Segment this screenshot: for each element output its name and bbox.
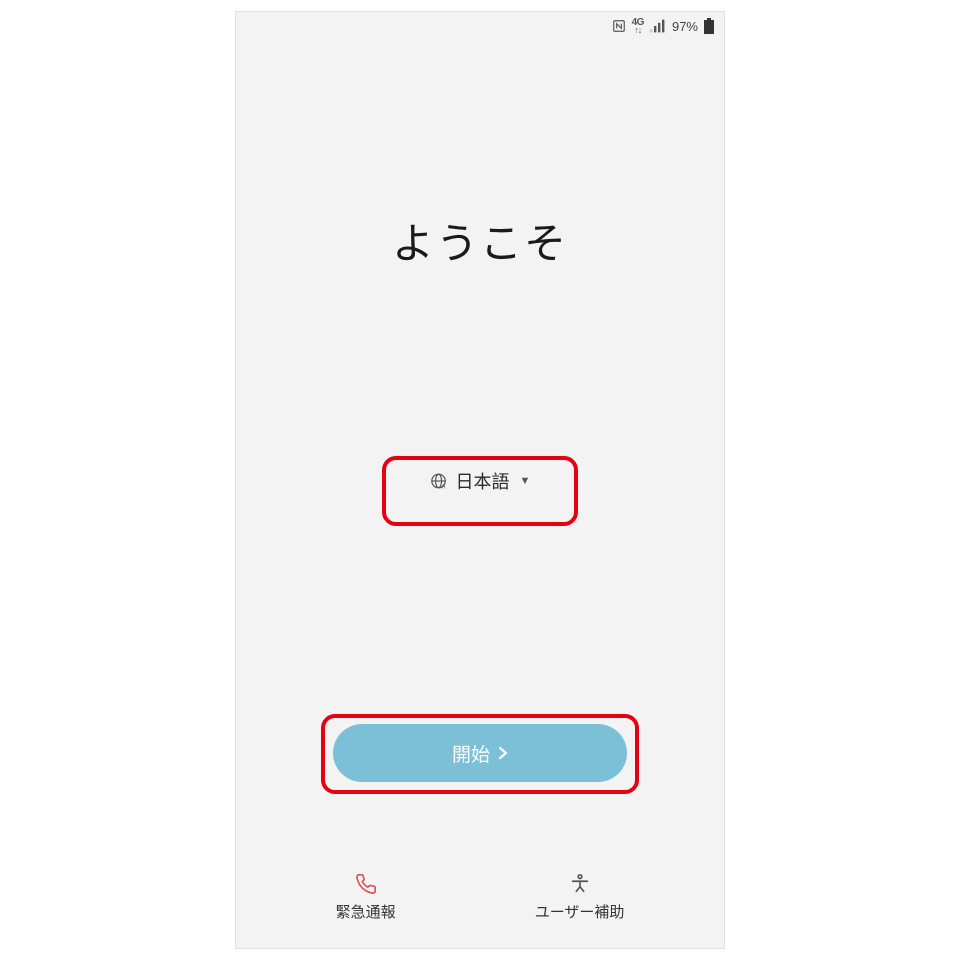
start-button[interactable]: 開始 [333,724,627,782]
battery-percentage: 97% [672,19,698,34]
phone-screen: 4G ↑↓ 97% ようこそ A [235,11,725,949]
chevron-right-icon [498,746,508,760]
phone-icon [355,873,377,895]
accessibility-button[interactable]: ユーザー補助 [535,873,625,922]
nfc-icon [612,19,626,33]
emergency-label: 緊急通報 [336,901,396,922]
accessibility-label: ユーザー補助 [535,901,625,922]
network-type: 4G ↑↓ [632,19,644,34]
bottom-actions: 緊急通報 ユーザー補助 [236,873,724,922]
language-selector[interactable]: A 日本語 ▼ [430,468,531,494]
start-button-label: 開始 [452,740,490,767]
svg-text:A: A [442,485,446,491]
emergency-call-button[interactable]: 緊急通報 [336,873,396,922]
language-label: 日本語 [456,468,510,494]
globe-icon: A [430,472,448,490]
dropdown-triangle-icon: ▼ [520,475,531,487]
status-bar: 4G ↑↓ 97% [236,12,724,40]
welcome-title: ようこそ [236,210,724,271]
battery-icon [704,18,714,34]
accessibility-icon [569,873,591,895]
signal-icon [650,19,666,33]
